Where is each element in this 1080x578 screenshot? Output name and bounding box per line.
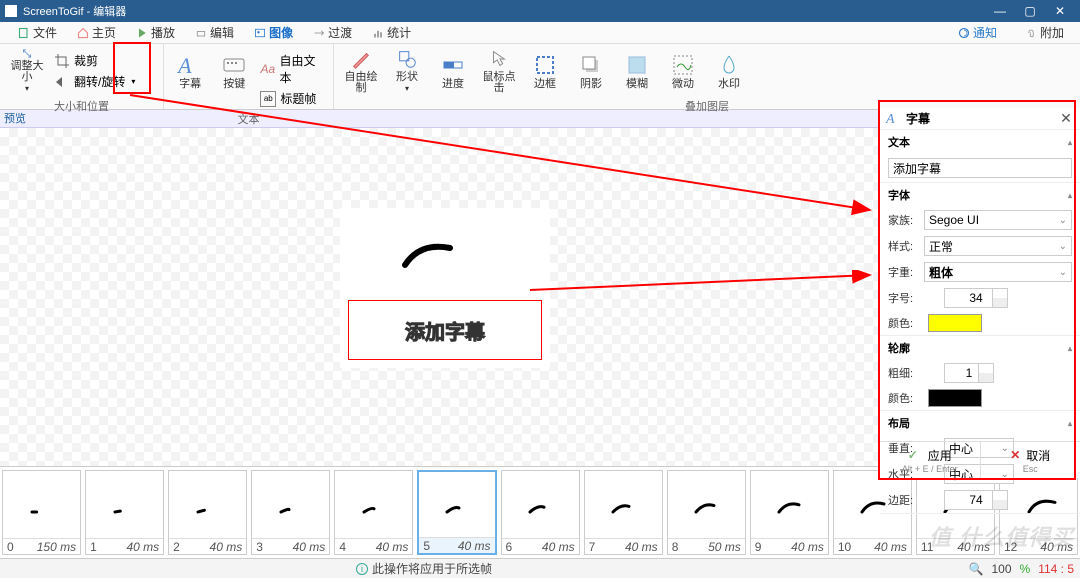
keys-button[interactable]: 按键 [212,46,256,96]
minimize-button[interactable]: — [985,0,1015,22]
size-value: 114 : 5 [1038,562,1074,576]
maximize-button[interactable]: ▢ [1015,0,1045,22]
zoom-value: 100 [991,562,1011,576]
frame-6[interactable]: 640 ms [501,470,580,555]
ribbon: 调整大小▾ 裁剪 翻转/旋转▾ 大小和位置 A字幕 按键 Aa自由文本 ab标题… [0,44,1080,110]
progress-button[interactable]: 进度 [430,46,476,96]
text-input[interactable]: 添加字幕 [888,158,1072,178]
panel-title: 字幕 [906,110,1058,127]
resize-button[interactable]: 调整大小▾ [4,46,50,96]
font-family-select[interactable]: Segoe UI [924,210,1072,230]
menu-play[interactable]: 播放 [126,22,185,43]
frame-7[interactable]: 740 ms [584,470,663,555]
frame-3[interactable]: 340 ms [251,470,330,555]
menu-edit[interactable]: 编辑 [185,22,244,43]
caption-button[interactable]: A字幕 [168,46,212,96]
shadow-button[interactable]: 阴影 [568,46,614,96]
section-text[interactable]: 文本 [880,130,1080,154]
font-weight-select[interactable]: 粗体 [924,262,1072,282]
group-text: 文本 [164,111,333,128]
group-sizepos: 大小和位置 [0,98,163,115]
caption-icon: A [886,112,900,126]
margin-input[interactable]: 74 [944,490,1008,510]
menu-transition[interactable]: 过渡 [303,22,362,43]
border-button[interactable]: 边框 [522,46,568,96]
font-style-select[interactable]: 正常 [924,236,1072,256]
frame-5[interactable]: 540 ms [417,470,496,555]
outline-color-picker[interactable] [928,389,982,407]
status-bar: i此操作将应用于所选帧 🔍100 % 114 : 5 [0,558,1080,578]
freetext-button[interactable]: Aa自由文本 [256,50,329,88]
titleframe-button[interactable]: ab标题帧 [256,88,329,109]
subtitle-preview: 添加字幕 [348,300,542,360]
menu-stats[interactable]: 统计 [362,22,421,43]
frame-2[interactable]: 240 ms [168,470,247,555]
menu-attach[interactable]: 附加 [1015,22,1074,43]
freedraw-button[interactable]: 自由绘制 [338,46,384,96]
watermark: 值 什么值得买 [929,520,1074,552]
info-icon: i [356,563,368,575]
frame-1[interactable]: 140 ms [85,470,164,555]
micro-button[interactable]: 微动 [660,46,706,96]
menu-notify[interactable]: 通知 [948,22,1007,43]
mouseclick-button[interactable]: 鼠标点击 [476,46,522,96]
section-outline[interactable]: 轮廓 [880,336,1080,360]
close-button[interactable]: ✕ [1045,0,1075,22]
status-message: 此操作将应用于所选帧 [372,560,492,577]
window-title: ScreenToGif - 编辑器 [23,3,985,19]
font-color-picker[interactable] [928,314,982,332]
frame-0[interactable]: 0150 ms [2,470,81,555]
frame-9[interactable]: 940 ms [750,470,829,555]
fliprotate-button[interactable]: 翻转/旋转▾ [50,71,139,92]
frame-4[interactable]: 440 ms [334,470,413,555]
menu-image[interactable]: 图像 [244,22,303,43]
section-layout[interactable]: 布局 [880,411,1080,435]
blur-button[interactable]: 模糊 [614,46,660,96]
canvas: 添加字幕 [340,208,550,368]
frame-8[interactable]: 850 ms [667,470,746,555]
preview-area[interactable]: 添加字幕 [0,128,879,466]
titlebar: ScreenToGif - 编辑器 — ▢ ✕ [0,0,1080,22]
shapes-button[interactable]: 形状▾ [384,46,430,96]
watermark-button[interactable]: 水印 [706,46,752,96]
menubar: 文件 主页 播放 编辑 图像 过渡 统计 通知 附加 [0,22,1080,44]
menu-home[interactable]: 主页 [67,22,126,43]
menu-file[interactable]: 文件 [8,22,67,43]
panel-close-button[interactable]: ✕ [1058,110,1074,127]
cancel-button[interactable]: ✕取消Esc [981,442,1080,478]
crop-button[interactable]: 裁剪 [50,50,139,71]
brush-stroke [400,240,460,270]
app-icon [5,5,17,17]
zoom-icon: 🔍 [969,562,984,576]
caption-panel: A 字幕 ✕ 文本 添加字幕 字体 家族:Segoe UI 样式:正常 字重:粗… [879,108,1080,478]
section-font[interactable]: 字体 [880,183,1080,207]
outline-thickness-input[interactable]: 1 [944,363,994,383]
apply-button[interactable]: ✓应用Alt + E / Enter [880,442,981,478]
font-size-input[interactable]: 34 [944,288,1008,308]
